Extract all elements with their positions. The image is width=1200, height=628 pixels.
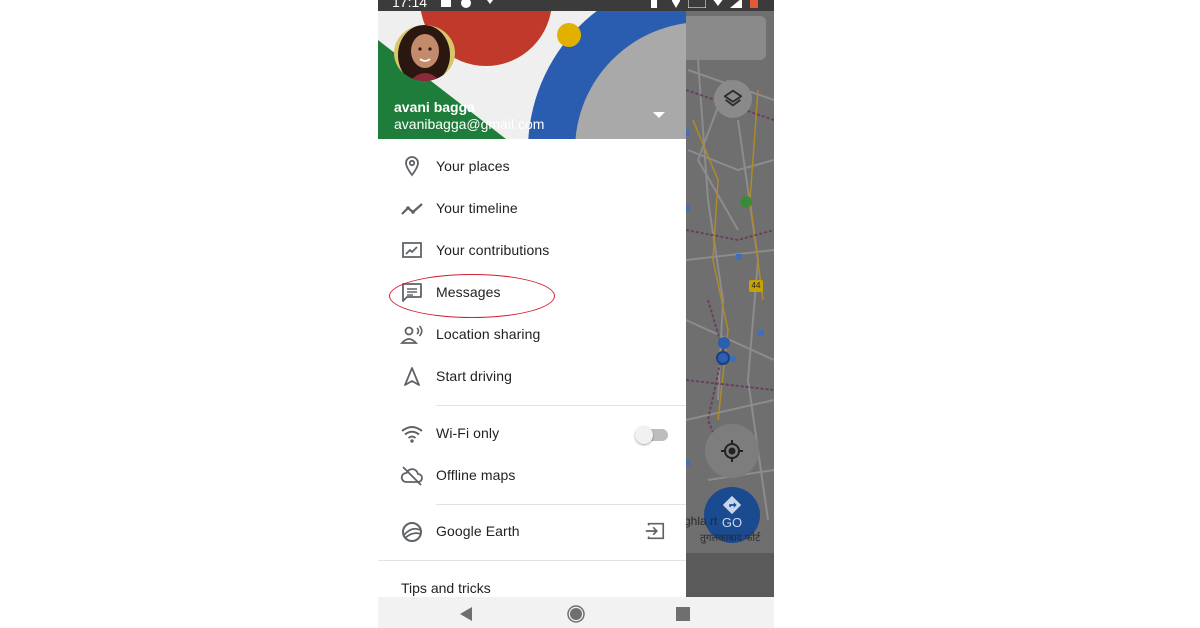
menu-item-start-driving[interactable]: Start driving (378, 356, 686, 398)
signal-icon (730, 0, 742, 8)
status-bar: 17:14 (378, 0, 774, 11)
map-bottom-panel (686, 553, 774, 597)
map-search-bar[interactable] (678, 16, 766, 60)
my-location-button[interactable] (705, 424, 759, 478)
phone-screen: 44 GO ghla rt तुगलकाबाद फोर्ट 17:14 avan… (378, 0, 774, 628)
menu-label: Location sharing (436, 326, 541, 342)
recents-icon[interactable] (676, 607, 690, 621)
screenshot-canvas: 44 GO ghla rt तुगलकाबाद फोर्ट 17:14 avan… (0, 0, 1200, 628)
pin-icon (405, 156, 419, 177)
google-earth-icon (402, 522, 422, 542)
back-icon[interactable] (458, 606, 474, 622)
menu-divider (436, 504, 686, 505)
menu-label: Offline maps (436, 467, 516, 483)
vibrate-icon (651, 0, 657, 8)
navigation-arrow-icon (404, 367, 420, 386)
open-external-app-icon[interactable] (644, 520, 666, 542)
account-switcher-chevron-icon[interactable] (652, 111, 666, 119)
account-name: avani bagga (394, 99, 475, 115)
whatsapp-notification-icon (461, 0, 471, 8)
menu-label: Start driving (436, 368, 512, 384)
layers-icon (723, 89, 743, 107)
menu-item-your-timeline[interactable]: Your timeline (378, 188, 686, 230)
volte-icon (688, 0, 706, 8)
timeline-icon (401, 203, 423, 215)
menu-divider (378, 560, 686, 561)
menu-label: Your contributions (436, 242, 550, 258)
android-navigation-bar (378, 597, 774, 628)
menu-item-offline-maps[interactable]: Offline maps (378, 455, 686, 497)
location-status-icon (672, 0, 680, 8)
map-layers-button[interactable] (714, 80, 752, 118)
image-notification-icon (441, 0, 451, 7)
highway-shield: 44 (749, 280, 763, 292)
battery-icon (750, 0, 758, 8)
map-place-sublabel: तुगलकाबाद फोर्ट (700, 533, 761, 544)
chevron-down-icon (487, 0, 493, 4)
annotation-circle (389, 274, 555, 318)
menu-item-your-places[interactable]: Your places (378, 146, 686, 188)
menu-item-google-earth[interactable]: Google Earth (378, 511, 686, 553)
map-place-label: ghla rt (684, 514, 718, 528)
status-time: 17:14 (392, 0, 428, 10)
account-email: avanibagga@gmail.com (394, 116, 545, 132)
menu-divider (436, 405, 686, 406)
toggle-knob (635, 426, 653, 444)
home-icon[interactable] (567, 605, 585, 623)
account-header[interactable]: avani bagga avanibagga@gmail.com (378, 0, 686, 139)
location-sharing-icon (400, 325, 423, 344)
menu-label: Your timeline (436, 200, 518, 216)
avatar[interactable] (394, 25, 455, 81)
menu-item-your-contributions[interactable]: Your contributions (378, 230, 686, 272)
tips-and-tricks-link[interactable]: Tips and tricks (401, 580, 491, 596)
menu-item-wifi-only[interactable]: Wi-Fi only (378, 413, 686, 455)
menu-label: Wi-Fi only (436, 425, 500, 441)
profile-photo (394, 25, 455, 81)
contributions-icon (402, 242, 422, 258)
my-location-icon (721, 440, 743, 462)
menu-item-location-sharing[interactable]: Location sharing (378, 314, 686, 356)
navigation-drawer: avani bagga avanibagga@gmail.com Your pl… (378, 0, 686, 597)
menu-label: Your places (436, 158, 510, 174)
menu-label: Google Earth (436, 523, 520, 539)
offline-maps-icon (400, 466, 423, 486)
wifi-only-toggle[interactable] (635, 426, 668, 444)
directions-icon (722, 495, 742, 515)
wifi-status-icon (713, 0, 723, 6)
wifi-icon (401, 426, 423, 443)
